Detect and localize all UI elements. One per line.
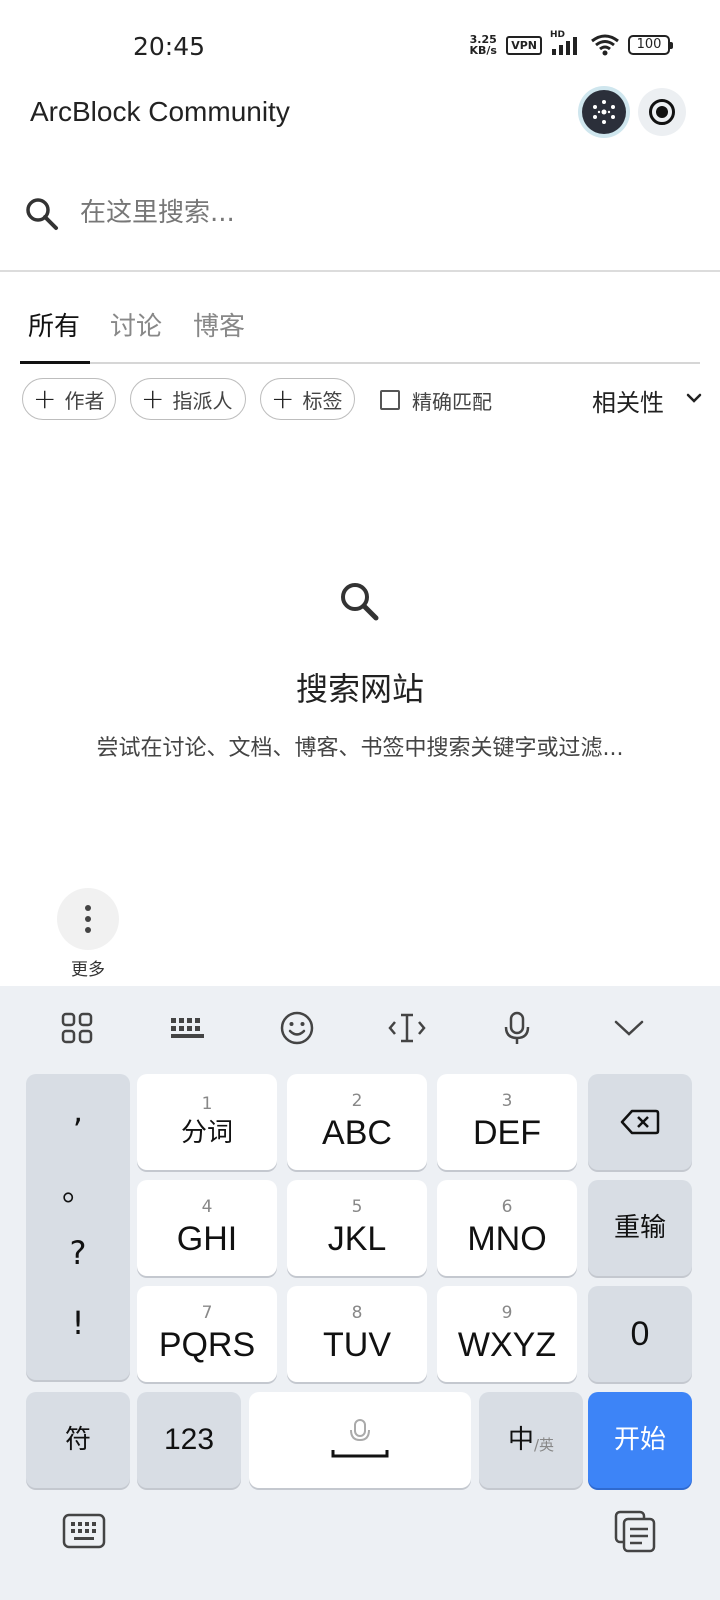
avatar[interactable] <box>582 90 626 134</box>
symbols-key[interactable]: 符 <box>26 1392 130 1488</box>
filter-bar: + 作者 + 指派人 + 标签 精确匹配 相关性 <box>20 378 702 422</box>
plus-icon: + <box>271 382 295 415</box>
key-3-def[interactable]: 3 DEF <box>437 1074 577 1170</box>
cursor-icon[interactable] <box>377 1000 437 1056</box>
emoji-icon[interactable] <box>267 1000 327 1056</box>
key-9-wxyz[interactable]: 9 WXYZ <box>437 1286 577 1382</box>
tab-all[interactable]: 所有 <box>28 306 80 343</box>
exclamation-key[interactable]: ! <box>26 1304 130 1342</box>
tab-blogs[interactable]: 博客 <box>193 306 245 343</box>
key-6-mno[interactable]: 6 MNO <box>437 1180 577 1276</box>
space-mic-icon <box>331 1419 389 1458</box>
exact-match-checkbox[interactable] <box>380 390 400 410</box>
plus-icon: + <box>141 382 165 415</box>
key-8-tuv[interactable]: 8 TUV <box>287 1286 427 1382</box>
key-2-abc[interactable]: 2 ABC <box>287 1074 427 1170</box>
tab-bar: 所有 讨论 博客 <box>20 296 700 364</box>
period-key[interactable]: 。 <box>26 1164 130 1210</box>
search-icon <box>341 583 379 621</box>
more-button[interactable] <box>57 888 119 950</box>
status-icons: 3.25 KB/s VPN HD 100 <box>468 30 673 57</box>
chevron-down-icon[interactable] <box>682 386 706 410</box>
more-vertical-icon <box>85 905 91 911</box>
tag-filter-chip[interactable]: + 标签 <box>260 378 355 420</box>
zero-key[interactable]: 0 <box>588 1286 692 1382</box>
keyboard-layout-icon[interactable] <box>157 1000 217 1056</box>
app-title: ArcBlock Community <box>30 96 290 127</box>
search-input[interactable] <box>80 190 680 236</box>
ime-keyboard: , 。 ? ! 1 分词 2 ABC 3 DEF 4 GHI 5 JKL 6 M… <box>0 986 720 1600</box>
backspace-icon <box>620 1109 660 1135</box>
key-4-ghi[interactable]: 4 GHI <box>137 1180 277 1276</box>
punctuation-column[interactable]: , 。 ? ! <box>26 1074 130 1380</box>
space-key[interactable] <box>249 1392 471 1488</box>
exact-match-label: 精确匹配 <box>412 390 492 414</box>
search-bar <box>0 176 720 272</box>
active-tab-indicator <box>20 361 90 364</box>
record-button[interactable] <box>638 88 686 136</box>
app-bar: ArcBlock Community <box>0 88 720 170</box>
sort-dropdown[interactable]: 相关性 <box>592 383 664 418</box>
go-key[interactable]: 开始 <box>588 1392 692 1488</box>
logo-icon <box>593 100 615 124</box>
key-7-pqrs[interactable]: 7 PQRS <box>137 1286 277 1382</box>
apps-grid-icon[interactable] <box>47 1000 107 1056</box>
wifi-icon <box>591 34 619 56</box>
reinput-key[interactable]: 重输 <box>588 1180 692 1276</box>
backspace-key[interactable] <box>588 1074 692 1170</box>
key-5-jkl[interactable]: 5 JKL <box>287 1180 427 1276</box>
numbers-key[interactable]: 123 <box>137 1392 241 1488</box>
status-bar: 20:45 3.25 KB/s VPN HD 100 <box>0 0 720 90</box>
signal-icon: HD <box>550 30 582 56</box>
vpn-badge: VPN <box>506 35 542 55</box>
battery-indicator: 100 <box>628 35 673 55</box>
keyboard-icon[interactable] <box>61 1508 107 1554</box>
clipboard-icon[interactable] <box>612 1508 658 1554</box>
search-icon <box>26 198 58 230</box>
comma-key[interactable]: , <box>26 1092 130 1130</box>
more-label: 更多 <box>71 960 105 980</box>
tab-discussions[interactable]: 讨论 <box>110 306 162 343</box>
key-1-fenci[interactable]: 1 分词 <box>137 1074 277 1170</box>
assignee-filter-chip[interactable]: + 指派人 <box>130 378 246 420</box>
author-filter-chip[interactable]: + 作者 <box>22 378 116 420</box>
question-key[interactable]: ? <box>26 1234 130 1272</box>
network-speed: 3.25 KB/s <box>469 33 497 57</box>
empty-state-title: 搜索网站 <box>295 670 424 708</box>
language-switch-key[interactable]: 中 /英 <box>479 1392 583 1488</box>
microphone-icon[interactable] <box>487 1000 547 1056</box>
empty-state-description: 尝试在讨论、文档、博客、书签中搜索关键字或过滤... <box>96 736 624 761</box>
plus-icon: + <box>33 382 57 415</box>
collapse-chevron-icon[interactable] <box>599 1000 659 1056</box>
status-time: 20:45 <box>133 32 206 61</box>
